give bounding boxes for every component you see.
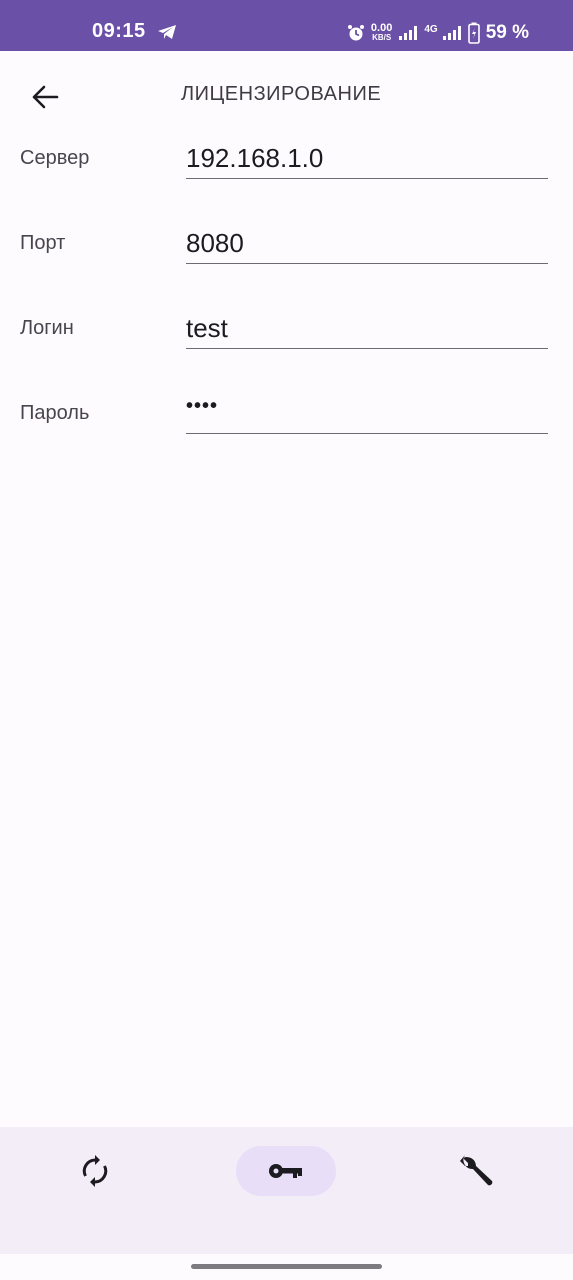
telegram-icon <box>158 25 176 39</box>
app-bar: ЛИЦЕНЗИРОВАНИЕ <box>0 51 573 139</box>
status-icons: 0.00 KB/S 4G 59 % <box>347 20 529 46</box>
net-speed-value: 0.00 <box>370 22 393 34</box>
key-icon <box>269 1164 302 1178</box>
bottom-navigation <box>0 1127 573 1254</box>
login-row: Логин <box>0 308 573 368</box>
login-label: Логин <box>20 317 74 339</box>
gesture-bar <box>191 1264 382 1269</box>
back-button[interactable] <box>22 77 68 117</box>
status-bar: 09:15 0.00 KB/S 4G 59 % <box>0 0 573 51</box>
port-row: Порт <box>0 223 573 283</box>
password-row: Пароль •••• <box>0 393 573 453</box>
battery-icon <box>467 22 480 44</box>
arrow-back-icon <box>32 85 59 109</box>
password-input[interactable]: •••• <box>186 395 548 434</box>
signal-icon-2 <box>442 26 461 40</box>
signal-icon <box>399 26 418 40</box>
net-speed: 0.00 KB/S <box>370 22 393 43</box>
nav-sync[interactable] <box>45 1146 145 1196</box>
password-label: Пароль <box>20 402 90 424</box>
sync-icon <box>82 1155 108 1187</box>
net-speed-unit: KB/S <box>372 33 392 42</box>
network-type: 4G <box>424 24 438 35</box>
wrench-icon <box>460 1155 493 1186</box>
status-time: 09:15 <box>92 20 146 42</box>
server-row: Сервер <box>0 138 573 198</box>
login-input[interactable] <box>186 308 548 349</box>
nav-license[interactable] <box>236 1146 336 1196</box>
battery-percent: 59 % <box>485 22 529 43</box>
server-input[interactable] <box>186 138 548 179</box>
port-label: Порт <box>20 232 66 254</box>
server-label: Сервер <box>20 147 90 169</box>
nav-settings[interactable] <box>427 1146 527 1196</box>
page-title: ЛИЦЕНЗИРОВАНИЕ <box>181 83 382 105</box>
alarm-icon <box>347 25 364 41</box>
port-input[interactable] <box>186 223 548 264</box>
